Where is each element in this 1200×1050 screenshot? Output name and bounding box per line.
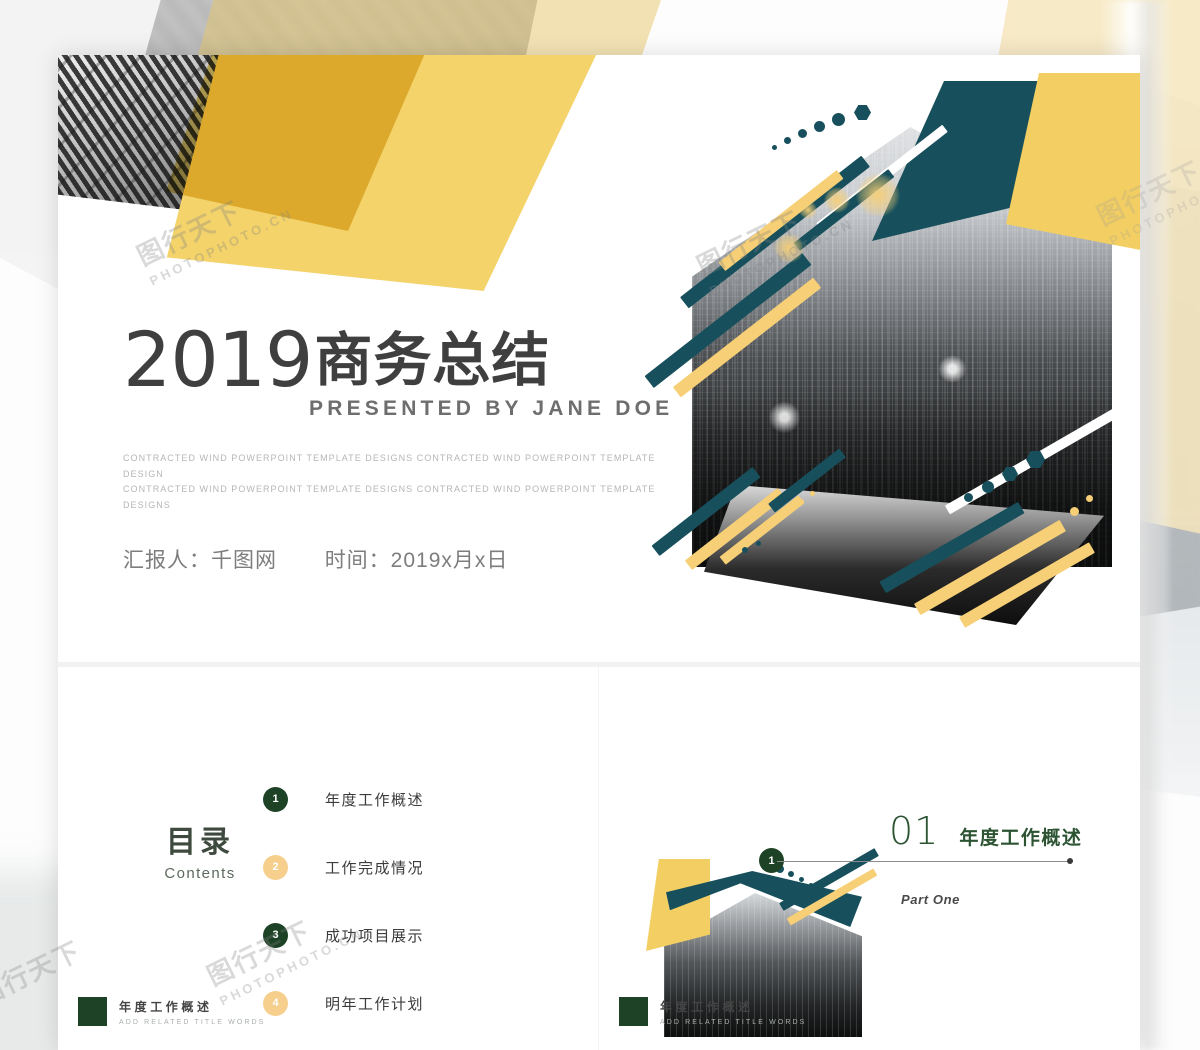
title-description: CONTRACTED WIND POWERPOINT TEMPLATE DESI… [123,451,663,514]
slide-deck-preview: 2019 商务总结 PRESENTED BY JANE DOE CONTRACT… [58,55,1140,1050]
deco-dot-14 [1086,495,1093,502]
title-main-cn: 商务总结 [314,327,551,393]
title-description-line-1: CONTRACTED WIND POWERPOINT TEMPLATE DESI… [123,452,656,479]
toc-bullet-1: 1 [263,786,288,812]
title-date: 时间：2019x月x日 [324,548,509,572]
toc-item-4[interactable]: 4 明年工作计划 [263,979,424,1027]
toc-bullet-3: 3 [263,922,288,948]
toc-bullet-2: 2 [263,854,288,880]
deco-glow-2 [824,187,850,213]
toc-heading-cn: 目录 [166,826,234,859]
deco-dot-11 [982,481,994,493]
section-title-cn: 年度工作概述 [959,828,1083,849]
title-headline: 2019 商务总结 [123,315,703,404]
toc-label-1: 年度工作概述 [325,791,425,809]
toc-label-2: 工作完成情况 [325,859,425,877]
deco-dot-1 [832,113,845,126]
slide-section-divider[interactable]: 1 01 年度工作概述 Part One 年度工作概述 ADD RELATED … [599,667,1140,1050]
section-heading-row: 01 年度工作概述 [889,812,1124,850]
section-part-label: Part One [901,892,960,907]
toc-label-4: 明年工作计划 [325,995,425,1013]
toc-footer-text: 年度工作概述 ADD RELATED TITLE WORDS [119,998,265,1026]
deco-dot-5 [772,145,777,150]
toc-bullet-number-2: 2 [272,861,279,873]
title-meta: 汇报人：千图网 时间：2019x月x日 [123,544,703,574]
section-footer-square-icon [619,997,648,1026]
section-heading: 01 年度工作概述 Part One [889,812,1124,907]
slide-table-of-contents[interactable]: 目录 Contents 1 年度工作概述 2 工作完成情况 3 成功项目展示 4… [58,667,598,1050]
toc-bullet-number-1: 1 [272,793,279,805]
deco-hex-1 [854,105,871,120]
title-collage [634,55,1140,662]
section-footer-text: 年度工作概述 ADD RELATED TITLE WORDS [660,998,806,1026]
toc-footer-cn: 年度工作概述 [119,1000,213,1014]
deco-dot-2 [814,121,825,132]
toc-bullet-number-4: 4 [272,997,279,1009]
deco-dot-10 [756,541,761,546]
section-deco-dot-2 [788,871,794,877]
section-footer-title: 年度工作概述 ADD RELATED TITLE WORDS [619,997,806,1026]
toc-footer-title: 年度工作概述 ADD RELATED TITLE WORDS [78,997,265,1026]
toc-heading: 目录 Contents [130,817,270,882]
deco-dot-6 [784,507,791,514]
toc-bullet-4: 4 [263,990,288,1016]
toc-label-3: 成功项目展示 [325,927,425,945]
deco-dot-13 [1070,507,1079,516]
deco-dot-3 [798,129,807,138]
deco-dot-9 [742,547,748,553]
deco-dot-4 [784,137,791,144]
deco-dot-7 [798,499,804,505]
deco-dot-8 [810,491,815,496]
section-footer-en: ADD RELATED TITLE WORDS [660,1019,807,1026]
toc-list: 1 年度工作概述 2 工作完成情况 3 成功项目展示 4 明年工作计划 [263,775,424,1047]
title-text-block: 2019 商务总结 PRESENTED BY JANE DOE CONTRACT… [123,315,703,574]
title-description-line-2: CONTRACTED WIND POWERPOINT TEMPLATE DESI… [123,484,656,511]
toc-item-1[interactable]: 1 年度工作概述 [263,775,424,823]
toc-footer-square-icon [78,997,107,1026]
toc-item-2[interactable]: 2 工作完成情况 [263,843,424,891]
section-deco-dot-3 [799,877,804,882]
section-number: 01 [889,809,940,853]
toc-footer-en: ADD RELATED TITLE WORDS [119,1019,266,1026]
section-footer-cn: 年度工作概述 [660,1000,754,1014]
section-badge-number: 1 [768,854,775,867]
toc-bullet-number-3: 3 [272,929,279,941]
deco-glow-4 [774,233,804,263]
deco-dot-12 [964,493,973,502]
deco-glow-3 [799,201,817,219]
title-year: 2019 [123,315,313,404]
toc-heading-en: Contents [164,865,236,882]
toc-item-3[interactable]: 3 成功项目展示 [263,911,424,959]
section-deco-dot-4 [809,883,813,887]
slide-title[interactable]: 2019 商务总结 PRESENTED BY JANE DOE CONTRACT… [58,55,1140,662]
deco-glow-1 [856,173,900,217]
title-presenter: 汇报人：千图网 [123,548,277,572]
